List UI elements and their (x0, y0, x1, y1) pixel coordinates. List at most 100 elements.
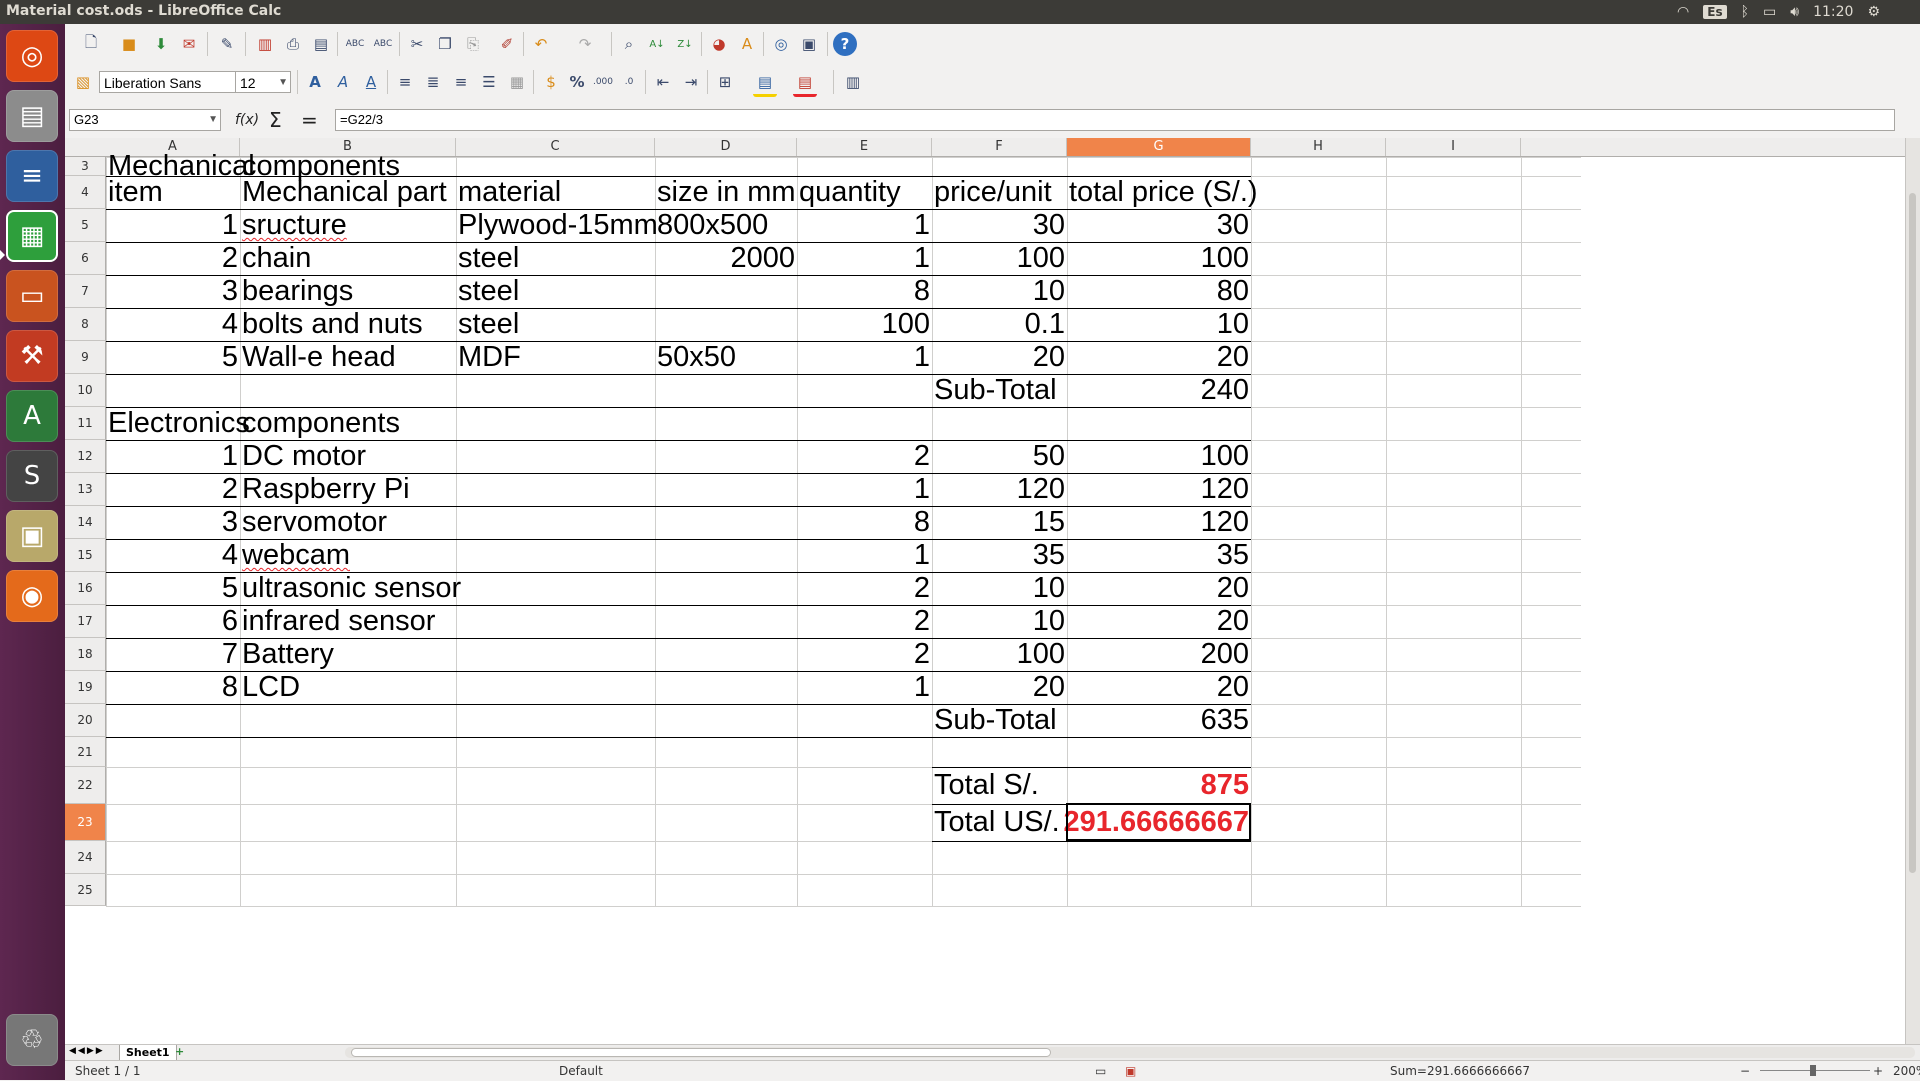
impress-icon[interactable]: ▭ (6, 270, 58, 322)
cell-b14[interactable]: servomotor (240, 506, 389, 539)
font-name-select[interactable]: Liberation Sans ▼ (99, 71, 257, 93)
clone-formatting-icon[interactable]: ✐ (495, 32, 519, 56)
justify-icon[interactable]: ☰ (477, 70, 501, 94)
column-header-f[interactable]: F (932, 138, 1067, 156)
cell-f16[interactable]: 10 (932, 572, 1067, 605)
cell-e4[interactable]: quantity (797, 176, 903, 209)
cell-g10[interactable]: 240 (1067, 374, 1251, 407)
row-header-15[interactable]: 15 (65, 539, 106, 572)
edit-mode-icon[interactable]: ✎ (215, 32, 239, 56)
cell-e14[interactable]: 8 (797, 506, 932, 539)
firefox-icon[interactable]: ◉ (6, 570, 58, 622)
cell-d9[interactable]: 50x50 (655, 341, 738, 374)
cell-g22[interactable]: 875 (1067, 767, 1251, 804)
save-icon[interactable]: ⬇ (149, 32, 173, 56)
decimal-icon[interactable]: .000 (591, 70, 615, 94)
align-left-icon[interactable]: ≡ (393, 70, 417, 94)
cell-a18[interactable]: 7 (106, 638, 240, 671)
cell-b9[interactable]: Wall-e head (240, 341, 398, 374)
cell-d5[interactable]: 800x500 (655, 209, 770, 242)
cell-b4[interactable]: Mechanical part (240, 176, 449, 209)
battery-icon[interactable]: ▭ (1763, 4, 1776, 20)
row-header-13[interactable]: 13 (65, 473, 106, 506)
new-document-icon[interactable]: 🗋 (79, 32, 103, 56)
cell-g4[interactable]: total price (S/.) (1067, 176, 1260, 209)
borders-icon[interactable]: ⊞ (713, 70, 737, 94)
cell-g8[interactable]: 10 (1067, 308, 1251, 341)
calc-icon[interactable]: ▦ (6, 210, 58, 262)
open-folder-icon[interactable]: ■ (117, 32, 141, 56)
name-box[interactable]: G23 ▼ (69, 109, 221, 131)
merge-cells-icon[interactable]: ▦ (505, 70, 529, 94)
cell-e13[interactable]: 1 (797, 473, 932, 506)
cell-g18[interactable]: 200 (1067, 638, 1251, 671)
align-center-icon[interactable]: ≣ (421, 70, 445, 94)
cell-g19[interactable]: 20 (1067, 671, 1251, 704)
row-header-3[interactable]: 3 (65, 157, 106, 176)
column-header-d[interactable]: D (655, 138, 797, 156)
zoom-out-icon[interactable]: − (1740, 1064, 1750, 1078)
cell-f13[interactable]: 120 (932, 473, 1067, 506)
row-header-21[interactable]: 21 (65, 737, 106, 767)
cell-f18[interactable]: 100 (932, 638, 1067, 671)
cell-b17[interactable]: infrared sensor (240, 605, 437, 638)
volume-icon[interactable]: 🔊︎ (1790, 4, 1799, 20)
cell-a11[interactable]: Electronics (106, 407, 252, 440)
cell-g17[interactable]: 20 (1067, 605, 1251, 638)
cell-f14[interactable]: 15 (932, 506, 1067, 539)
cell-e19[interactable]: 1 (797, 671, 932, 704)
column-header-e[interactable]: E (797, 138, 932, 156)
cell-g15[interactable]: 35 (1067, 539, 1251, 572)
cell-f4[interactable]: price/unit (932, 176, 1054, 209)
zoom-in-icon[interactable]: + (1873, 1064, 1883, 1078)
cell-c5[interactable]: Plywood-15mm (456, 209, 660, 242)
cell-g6[interactable]: 100 (1067, 242, 1251, 275)
row-header-5[interactable]: 5 (65, 209, 106, 242)
formula-input[interactable]: =G22/3 (335, 109, 1895, 131)
cell-e12[interactable]: 2 (797, 440, 932, 473)
cell-b11[interactable]: components (240, 407, 402, 440)
spreadsheet-grid[interactable]: ABCDEFGHI 3 4 5 6 7 8 9 10 11 12 13 14 15 16 17 18 19 20 2… (65, 138, 1906, 1044)
cell-c9[interactable]: MDF (456, 341, 523, 374)
gallery-icon[interactable]: ▣ (797, 32, 821, 56)
cut-icon[interactable]: ✂ (405, 32, 429, 56)
cell-a5[interactable]: 1 (106, 209, 240, 242)
cell-e5[interactable]: 1 (797, 209, 932, 242)
cell-b7[interactable]: bearings (240, 275, 355, 308)
increase-indent-icon[interactable]: ⇥ (679, 70, 703, 94)
cell-b13[interactable]: Raspberry Pi (240, 473, 412, 506)
cell-e6[interactable]: 1 (797, 242, 932, 275)
writer-icon[interactable]: ≡ (6, 150, 58, 202)
cell-c7[interactable]: steel (456, 275, 521, 308)
cell-a13[interactable]: 2 (106, 473, 240, 506)
vertical-scrollbar[interactable] (1905, 138, 1920, 1044)
background-color-icon[interactable]: ▤ (753, 70, 777, 97)
cell-f23[interactable]: Total US/. (932, 804, 1062, 841)
cell-g13[interactable]: 120 (1067, 473, 1251, 506)
equals-icon[interactable]: = (301, 109, 318, 131)
ubuntu-dash-icon[interactable]: ◎ (6, 30, 58, 82)
selection-mode-icon[interactable]: ▭ (1095, 1064, 1106, 1078)
cell-e15[interactable]: 1 (797, 539, 932, 572)
cell-a15[interactable]: 4 (106, 539, 240, 572)
draw-functions-icon[interactable]: A (735, 32, 759, 56)
row-header-14[interactable]: 14 (65, 506, 106, 539)
cell-f15[interactable]: 35 (932, 539, 1067, 572)
underline-icon[interactable]: A (359, 70, 383, 94)
cell-f8[interactable]: 0.1 (932, 308, 1067, 341)
files-icon[interactable]: ▤ (6, 90, 58, 142)
print-icon[interactable]: ⎙ (281, 32, 305, 56)
cell-f6[interactable]: 100 (932, 242, 1067, 275)
cell-b15[interactable]: webcam (240, 539, 352, 572)
cell-a14[interactable]: 3 (106, 506, 240, 539)
undo-icon[interactable]: ↶ (529, 32, 553, 56)
cell-b3[interactable]: components (240, 150, 402, 182)
navigator-icon[interactable]: ◎ (769, 32, 793, 56)
font-size-select[interactable]: 12 ▼ (235, 71, 291, 93)
cell-a7[interactable]: 3 (106, 275, 240, 308)
spellcheck-icon[interactable]: ABC (343, 32, 367, 56)
cell-e7[interactable]: 8 (797, 275, 932, 308)
chevron-down-icon[interactable]: ▼ (208, 110, 218, 130)
cell-a6[interactable]: 2 (106, 242, 240, 275)
add-sheet-icon[interactable]: + (175, 1045, 184, 1058)
